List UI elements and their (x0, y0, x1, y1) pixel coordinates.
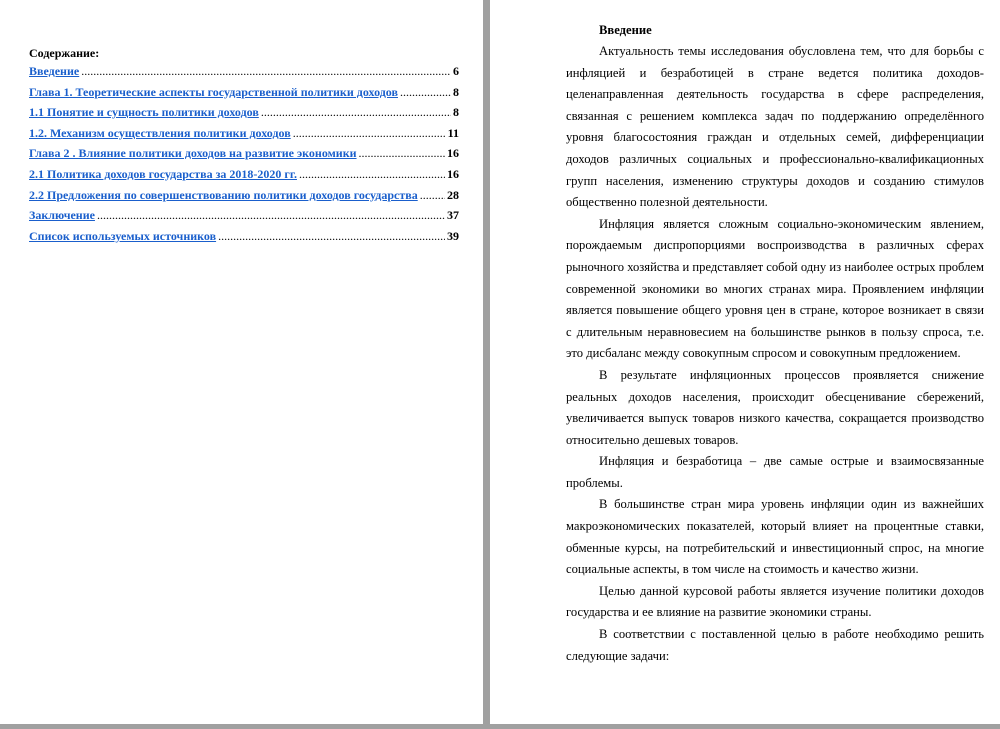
paragraph: Актуальность темы исследования обусловле… (566, 44, 984, 210)
toc-page-number: 37 (447, 208, 459, 223)
toc-link[interactable]: 1.1 Понятие и сущность политики доходов (29, 104, 259, 121)
toc-entry: 1.2. Механизм осуществления политики дох… (29, 125, 459, 146)
dot-leader (299, 166, 445, 183)
toc-entry: Глава 1. Теоретические аспекты государст… (29, 84, 459, 105)
document-page-left: Содержание: Введение 6 Глава 1. Теоретиче… (0, 0, 483, 724)
toc-link[interactable]: Глава 2 . Влияние политики доходов на ра… (29, 145, 357, 162)
document-page-right: Введение Актуальность темы исследования … (490, 0, 1000, 724)
toc-page-number: 16 (447, 146, 459, 161)
section-heading: Введение (599, 23, 652, 37)
toc-page-number: 6 (453, 64, 459, 78)
dot-leader (81, 63, 451, 80)
toc-link[interactable]: Введение (29, 63, 79, 80)
toc-link[interactable]: Глава 1. Теоретические аспекты государст… (29, 84, 398, 101)
toc-page-number: 39 (447, 228, 459, 243)
toc-page-number: 16 (447, 166, 459, 181)
paragraph: Инфляция и безработица – две самые остры… (566, 454, 984, 490)
toc-entry: 2.1 Политика доходов государства за 2018… (29, 166, 459, 187)
toc-link[interactable]: 1.2. Механизм осуществления политики дох… (29, 125, 291, 142)
toc-link[interactable]: 2.1 Политика доходов государства за 2018… (29, 166, 297, 183)
dot-leader (293, 125, 446, 142)
toc-entry: Введение 6 (29, 63, 459, 84)
dot-leader (97, 207, 445, 224)
toc-entry: Список используемых источников 39 (29, 228, 459, 249)
toc-link[interactable]: 2.2 Предложения по совершенствованию пол… (29, 187, 418, 204)
toc-entry: 2.2 Предложения по совершенствованию пол… (29, 187, 459, 208)
paragraph: В соответствии с поставленной целью в ра… (566, 627, 984, 663)
dot-leader (420, 187, 445, 204)
toc-link[interactable]: Заключение (29, 207, 95, 224)
toc-page-number: 8 (453, 84, 459, 99)
paragraph: В результате инфляционных процессов проя… (566, 367, 984, 447)
table-of-contents: Содержание: Введение 6 Глава 1. Теоретиче… (29, 45, 459, 248)
paragraph: В большинстве стран мира уровень инфляци… (566, 497, 984, 577)
dot-leader (261, 104, 451, 121)
dot-leader (359, 145, 445, 162)
dot-leader (400, 84, 451, 101)
toc-entry: Глава 2 . Влияние политики доходов на ра… (29, 145, 459, 166)
toc-link[interactable]: Список используемых источников (29, 228, 216, 245)
toc-page-number: 8 (453, 105, 459, 120)
toc-entry: Заключение 37 (29, 207, 459, 228)
toc-entry: 1.1 Понятие и сущность политики доходов 8 (29, 104, 459, 125)
toc-page-number: 28 (447, 187, 459, 202)
paragraph: Целью данной курсовой работы является из… (566, 583, 984, 620)
paragraph: Инфляция является сложным социально-экон… (566, 216, 984, 361)
dot-leader (218, 228, 445, 245)
introduction-section: Введение Актуальность темы исследования … (566, 19, 984, 667)
toc-page-number: 11 (447, 125, 459, 140)
toc-title: Содержание: (29, 46, 100, 60)
